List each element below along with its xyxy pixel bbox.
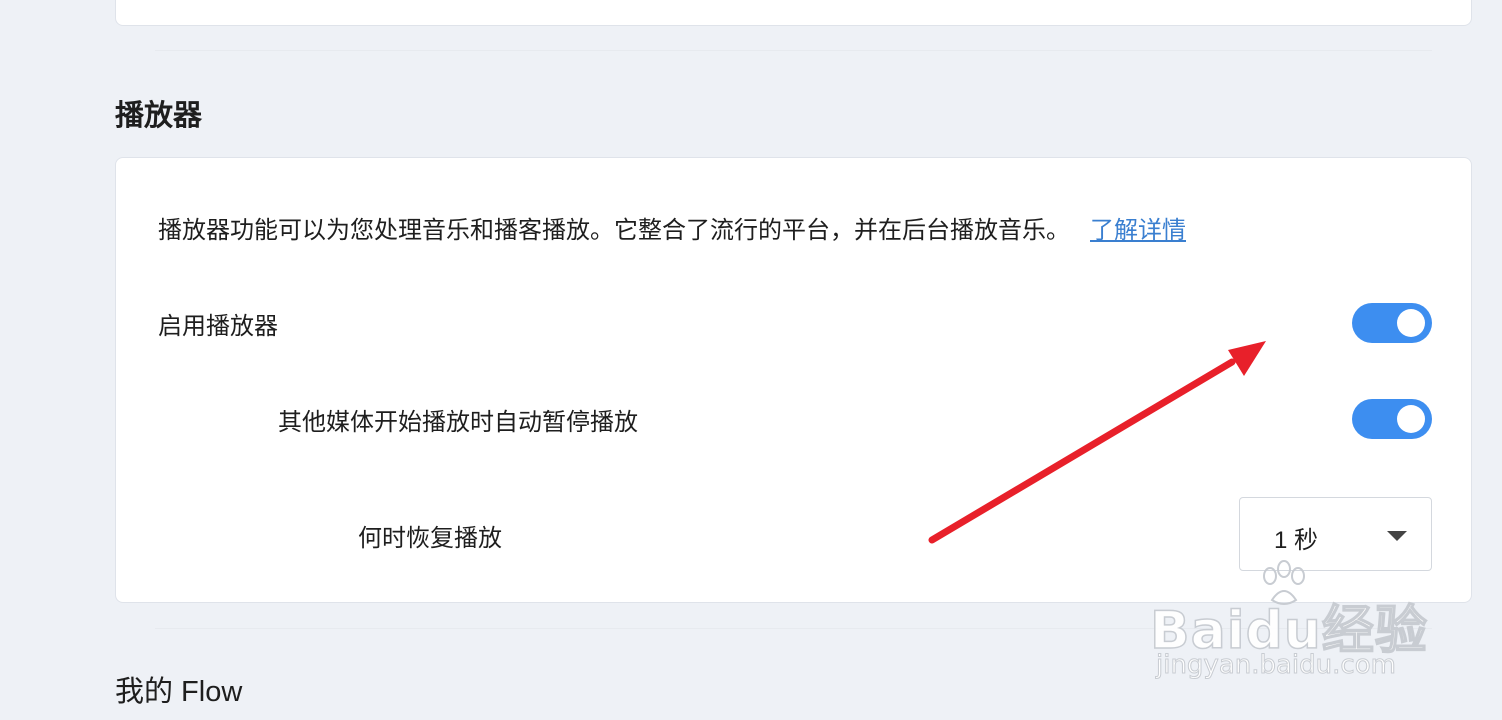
resume-delay-select[interactable]: 1 秒 [1239, 497, 1432, 571]
resume-delay-value: 1 秒 [1274, 527, 1319, 554]
previous-settings-card [115, 0, 1472, 26]
watermark-url: jingyan.baidu.com [1156, 650, 1397, 681]
player-settings-card: 播放器功能可以为您处理音乐和播客播放。它整合了流行的平台，并在后台播放音乐。 了解… [115, 157, 1472, 603]
learn-more-link[interactable]: 了解详情 [1090, 217, 1186, 244]
section-divider [155, 628, 1432, 629]
player-description: 播放器功能可以为您处理音乐和播客播放。它整合了流行的平台，并在后台播放音乐。 了解… [158, 210, 1186, 245]
toggle-knob [1397, 405, 1425, 433]
chevron-down-icon [1387, 531, 1407, 541]
enable-player-toggle[interactable] [1352, 303, 1432, 343]
auto-pause-toggle[interactable] [1352, 399, 1432, 439]
section-title-flow: 我的 Flow [115, 676, 243, 708]
auto-pause-label: 其他媒体开始播放时自动暂停播放 [278, 409, 638, 436]
toggle-knob [1397, 309, 1425, 337]
resume-playback-label: 何时恢复播放 [358, 525, 502, 552]
section-divider [155, 50, 1432, 51]
player-description-text: 播放器功能可以为您处理音乐和播客播放。它整合了流行的平台，并在后台播放音乐。 [158, 217, 1070, 244]
section-title-player: 播放器 [115, 100, 203, 132]
enable-player-label: 启用播放器 [158, 313, 278, 340]
